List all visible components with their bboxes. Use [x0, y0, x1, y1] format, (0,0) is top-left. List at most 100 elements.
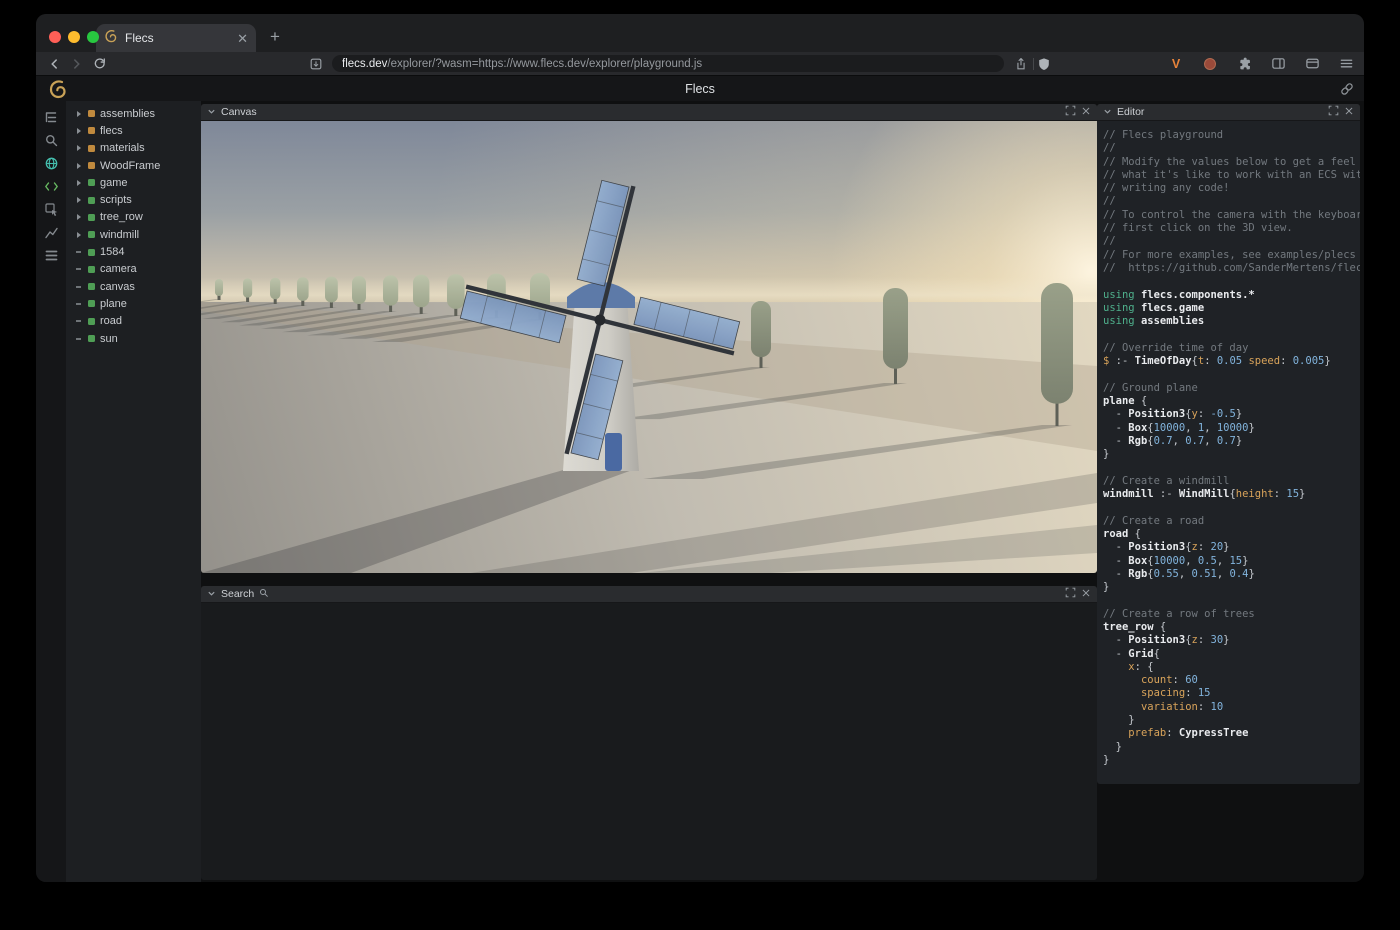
expand-arrow-icon[interactable] — [77, 214, 81, 220]
editor-code[interactable]: // Flecs playground//// Modify the value… — [1097, 121, 1360, 767]
leaf-dash-icon — [76, 251, 81, 253]
tree-item-flecs[interactable]: flecs — [66, 122, 201, 139]
tab-close-icon[interactable]: ✕ — [237, 32, 248, 45]
entity-tree-icon[interactable] — [36, 106, 66, 129]
tree-item-label: camera — [100, 263, 137, 275]
tree-item-label: scripts — [100, 194, 132, 206]
stats-view-icon[interactable] — [36, 221, 66, 244]
url-bar[interactable]: flecs.dev/explorer/?wasm=https://www.fle… — [332, 55, 1004, 72]
entity-kind-icon — [88, 335, 95, 342]
chevron-down-icon[interactable] — [207, 586, 216, 603]
tree-item-plane[interactable]: plane — [66, 295, 201, 312]
share-icon[interactable] — [1013, 56, 1029, 72]
sun-glow — [201, 121, 1097, 303]
share-link-icon[interactable] — [1340, 82, 1354, 101]
search-icon — [259, 586, 269, 603]
extension-dot-icon[interactable] — [1202, 56, 1218, 72]
canvas-3d-view[interactable] — [201, 121, 1097, 573]
editor-panel-title: Editor — [1117, 106, 1144, 118]
inspect-view-icon[interactable] — [36, 198, 66, 221]
windmill-door — [605, 433, 622, 471]
tree-item-label: flecs — [100, 125, 123, 137]
entity-kind-icon — [88, 249, 95, 256]
search-view-icon[interactable] — [36, 129, 66, 152]
tree-item-label: road — [100, 315, 122, 327]
canvas-panel: Canvas — [201, 104, 1097, 573]
tree-item-WoodFrame[interactable]: WoodFrame — [66, 157, 201, 174]
menu-icon[interactable] — [1338, 56, 1354, 72]
v-extension-icon[interactable]: V — [1168, 56, 1184, 72]
expand-arrow-icon[interactable] — [77, 111, 81, 117]
toolbar-divider — [1033, 58, 1034, 70]
expand-arrow-icon[interactable] — [77, 128, 81, 134]
expand-arrow-icon[interactable] — [77, 145, 81, 151]
entity-kind-icon — [88, 214, 95, 221]
tree-item-label: game — [100, 177, 128, 189]
entity-tree: assemblies flecs materials WoodFrame game scr… — [66, 101, 201, 882]
close-icon[interactable] — [1081, 104, 1091, 121]
entity-kind-icon — [88, 145, 95, 152]
tree-item-assemblies[interactable]: assemblies — [66, 105, 201, 122]
traffic-close[interactable] — [49, 31, 61, 43]
tree-item-scripts[interactable]: scripts — [66, 191, 201, 208]
search-panel-header[interactable]: Search — [201, 586, 1097, 603]
logs-view-icon[interactable] — [36, 244, 66, 267]
entity-kind-icon — [88, 300, 95, 307]
close-icon[interactable] — [1081, 586, 1091, 603]
chevron-down-icon[interactable] — [207, 104, 216, 121]
tree-item-1584[interactable]: 1584 — [66, 243, 201, 260]
tree-item-label: WoodFrame — [100, 160, 160, 172]
tree-item-materials[interactable]: materials — [66, 140, 201, 157]
traffic-minimize[interactable] — [68, 31, 80, 43]
entity-kind-icon — [88, 127, 95, 134]
back-button[interactable] — [46, 56, 62, 72]
traffic-maximize[interactable] — [87, 31, 99, 43]
close-icon[interactable] — [1344, 104, 1354, 121]
tree-item-sun[interactable]: sun — [66, 330, 201, 347]
expand-arrow-icon[interactable] — [77, 163, 81, 169]
leaf-dash-icon — [76, 303, 81, 305]
tree-item-label: assemblies — [100, 108, 155, 120]
wallet-icon[interactable] — [1304, 56, 1320, 72]
chevron-down-icon[interactable] — [1103, 104, 1112, 121]
tree-item-camera[interactable]: camera — [66, 261, 201, 278]
shield-icon[interactable] — [1036, 56, 1052, 72]
tree-item-label: plane — [100, 298, 127, 310]
reload-button[interactable] — [92, 56, 108, 72]
bookmark-icon[interactable] — [308, 56, 324, 72]
view-icon-strip — [36, 101, 66, 882]
new-tab-button[interactable]: + — [270, 28, 280, 45]
world-view-icon[interactable] — [36, 152, 66, 175]
url-domain: flecs.dev — [342, 58, 387, 70]
side-panel-icon[interactable] — [1270, 56, 1286, 72]
url-path: /explorer/?wasm=https://www.flecs.dev/ex… — [387, 58, 702, 70]
browser-tab[interactable]: Flecs ✕ — [96, 24, 256, 52]
expand-arrow-icon[interactable] — [77, 232, 81, 238]
canvas-panel-header[interactable]: Canvas — [201, 104, 1097, 121]
leaf-dash-icon — [76, 320, 81, 322]
tree-item-label: canvas — [100, 281, 135, 293]
tree-item-road[interactable]: road — [66, 313, 201, 330]
tree-item-canvas[interactable]: canvas — [66, 278, 201, 295]
leaf-dash-icon — [76, 338, 81, 340]
expand-arrow-icon[interactable] — [77, 197, 81, 203]
forward-button[interactable] — [69, 56, 85, 72]
tree-item-label: materials — [100, 142, 145, 154]
expand-arrow-icon[interactable] — [77, 180, 81, 186]
browser-window: Flecs ✕ + flecs.dev/explorer/?wasm=https… — [36, 14, 1364, 882]
entity-kind-icon — [88, 318, 95, 325]
tree-item-windmill[interactable]: windmill — [66, 226, 201, 243]
tree-item-tree_row[interactable]: tree_row — [66, 209, 201, 226]
tree-item-label: sun — [100, 333, 118, 345]
app-header: Flecs — [36, 75, 1364, 102]
editor-panel-header[interactable]: Editor — [1097, 104, 1360, 121]
navigation-bar: flecs.dev/explorer/?wasm=https://www.fle… — [36, 52, 1364, 75]
code-view-icon[interactable] — [36, 175, 66, 198]
tree-item-game[interactable]: game — [66, 174, 201, 191]
extensions-puzzle-icon[interactable] — [1236, 56, 1252, 72]
fullscreen-icon[interactable] — [1065, 586, 1076, 603]
tab-favicon-icon — [104, 29, 118, 48]
tree-item-label: windmill — [100, 229, 139, 241]
fullscreen-icon[interactable] — [1328, 104, 1339, 121]
fullscreen-icon[interactable] — [1065, 104, 1076, 121]
